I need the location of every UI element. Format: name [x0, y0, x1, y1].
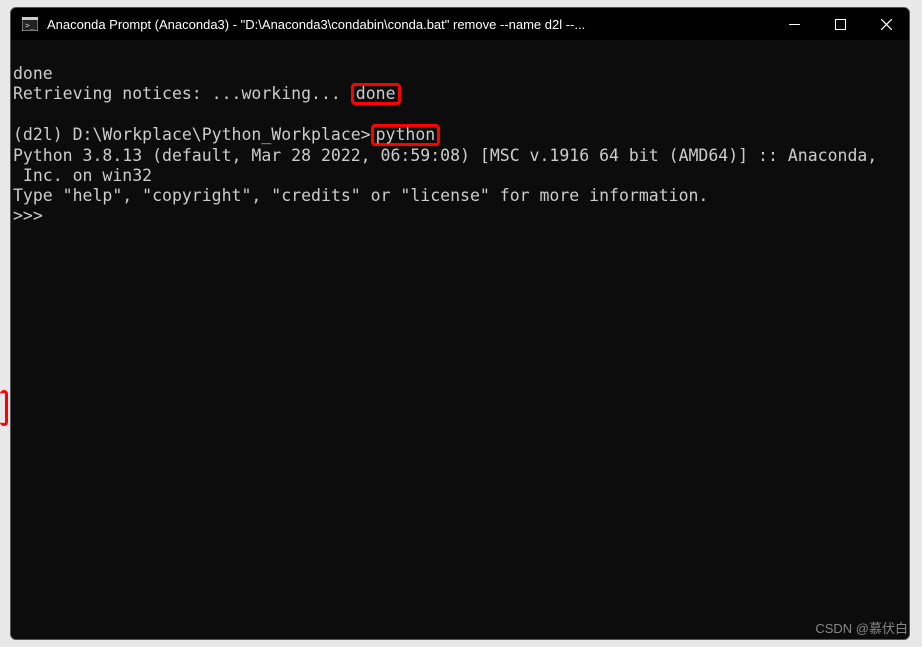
- terminal-line: done: [13, 64, 907, 84]
- titlebar[interactable]: >_ Anaconda Prompt (Anaconda3) - "D:\Ana…: [11, 8, 909, 40]
- terminal-line: Python 3.8.13 (default, Mar 28 2022, 06:…: [13, 146, 907, 166]
- prompt-text: (d2l) D:\Workplace\Python_Workplace>: [13, 125, 371, 144]
- terminal-line: Retrieving notices: ...working... done: [13, 84, 907, 105]
- watermark: CSDN @慕伏白: [815, 618, 908, 637]
- terminal-line: (d2l) D:\Workplace\Python_Workplace>pyth…: [13, 125, 907, 146]
- terminal-window: >_ Anaconda Prompt (Anaconda3) - "D:\Ana…: [10, 7, 910, 640]
- python-prompt: >>>: [13, 206, 907, 226]
- window-title: Anaconda Prompt (Anaconda3) - "D:\Anacon…: [47, 17, 771, 32]
- terminal-output[interactable]: doneRetrieving notices: ...working... do…: [11, 40, 909, 639]
- close-button[interactable]: [863, 8, 909, 40]
- minimize-button[interactable]: [771, 8, 817, 40]
- terminal-line: [13, 105, 907, 125]
- highlight-python: python: [371, 124, 441, 146]
- background-highlight: [0, 390, 8, 426]
- terminal-text: Retrieving notices: ...working...: [13, 84, 351, 103]
- app-icon: >_: [21, 15, 39, 33]
- svg-text:>_: >_: [25, 21, 35, 30]
- terminal-line: Inc. on win32: [13, 166, 907, 186]
- maximize-button[interactable]: [817, 8, 863, 40]
- terminal-line: Type "help", "copyright", "credits" or "…: [13, 186, 907, 206]
- window-controls: [771, 8, 909, 40]
- highlight-done: done: [351, 83, 401, 105]
